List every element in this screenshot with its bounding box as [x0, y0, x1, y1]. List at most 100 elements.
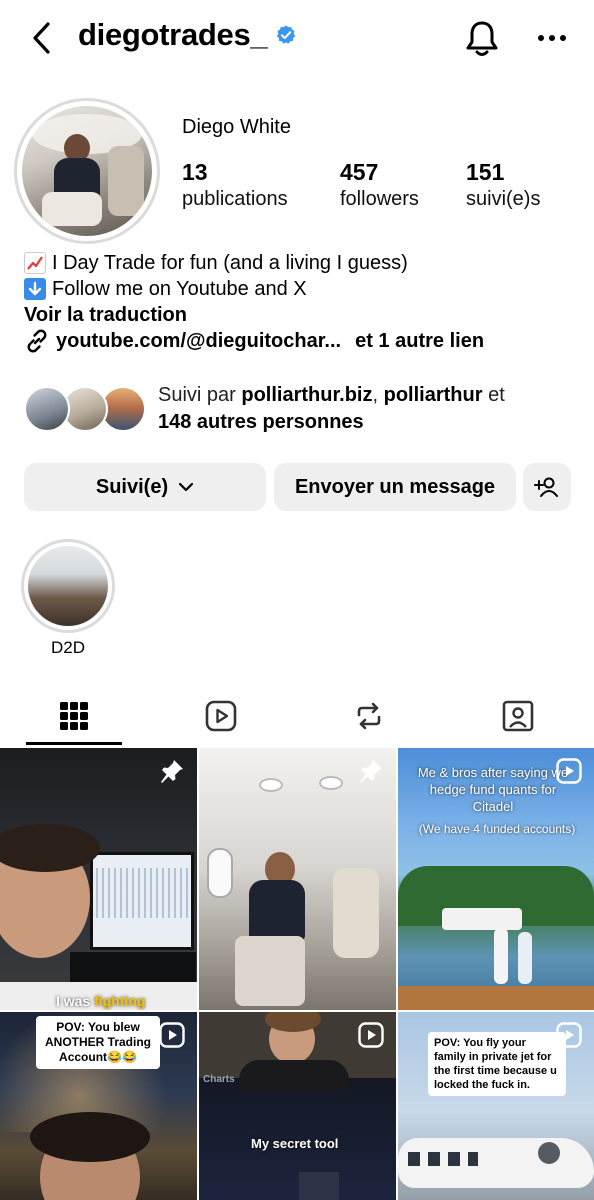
followed-conj: et	[488, 384, 505, 406]
tab-tagged[interactable]	[470, 690, 566, 742]
bell-icon[interactable]	[464, 18, 500, 58]
stat-label: followers	[340, 188, 419, 210]
chevron-down-icon	[179, 482, 194, 492]
followed-by-text: Suivi par polliarthur.biz, polliarthur e…	[158, 382, 505, 436]
post-window	[207, 848, 233, 898]
post-tile[interactable]	[199, 748, 396, 1010]
stat-followers[interactable]: 457 followers	[340, 158, 466, 212]
reel-icon	[358, 1022, 384, 1048]
followed-prefix: Suivi par	[158, 384, 236, 406]
post-caption-text: My secret tool	[251, 1136, 339, 1151]
add-user-icon	[534, 477, 558, 497]
followed-user-2[interactable]: polliarthur	[384, 384, 483, 406]
see-translation-link[interactable]: Voir la traduction	[24, 302, 484, 328]
post-caption: I was fighting	[56, 993, 145, 1009]
down-arrow-icon	[24, 278, 46, 300]
post-overlay-small: Charts	[203, 1074, 235, 1085]
followed-user-1[interactable]: polliarthur.biz	[241, 384, 372, 406]
post-person	[494, 928, 508, 984]
stat-label: publications	[182, 188, 288, 210]
following-button[interactable]: Suivi(e)	[24, 463, 266, 511]
post-chart-lines	[96, 868, 188, 918]
followed-separator: ,	[372, 384, 379, 406]
post-tile[interactable]: Charts My secret tool	[199, 1012, 396, 1200]
post-light	[259, 778, 283, 792]
post-light	[319, 776, 343, 790]
bio-link-more: et 1 autre lien	[355, 330, 485, 352]
post-jet-engine	[538, 1142, 560, 1164]
profile-avatar-ring[interactable]	[14, 98, 160, 244]
username-row: diegotrades_	[78, 17, 297, 53]
post-tile[interactable]: POV: You blew ANOTHER Trading Account😂😂	[0, 1012, 197, 1200]
followed-by[interactable]: Suivi par polliarthur.biz, polliarthur e…	[24, 382, 505, 436]
highlight-label: D2D	[50, 638, 85, 657]
back-chevron-icon[interactable]	[26, 20, 56, 56]
post-body	[239, 1060, 349, 1090]
post-tile[interactable]: Me & bros after saying we hedge fund qua…	[398, 748, 594, 1010]
stat-value: 13	[182, 159, 208, 185]
bio-text-1: I Day Trade for fun (and a living I gues…	[52, 252, 408, 274]
post-hair	[0, 824, 100, 872]
post-body	[249, 880, 305, 940]
mutual-avatars	[24, 384, 148, 434]
stat-following[interactable]: 151 suivi(e)s	[466, 158, 540, 212]
post-boat	[442, 908, 522, 930]
stat-value: 457	[340, 159, 379, 185]
stat-publications[interactable]: 13 publications	[182, 158, 340, 212]
mutual-avatar	[24, 386, 70, 432]
add-user-button[interactable]	[523, 463, 571, 511]
followed-others[interactable]: 148 autres personnes	[158, 411, 364, 433]
tab-posts-grid[interactable]	[26, 690, 122, 742]
post-keyboard	[70, 952, 196, 982]
post-caption-text: I was fighting	[56, 993, 146, 1009]
link-icon	[27, 329, 47, 353]
stat-label: suivi(e)s	[466, 188, 541, 210]
post-jet-windows	[408, 1152, 478, 1166]
message-button[interactable]: Envoyer un message	[274, 463, 516, 511]
story-highlight[interactable]	[21, 539, 115, 633]
tab-reels[interactable]	[173, 690, 269, 742]
reel-icon	[159, 1022, 185, 1048]
chart-increasing-icon	[24, 252, 46, 274]
bio-link-url: youtube.com/@dieguitochar...	[56, 330, 342, 352]
pin-icon	[360, 760, 382, 783]
profile-header: diegotrades_	[0, 0, 594, 78]
active-tab-indicator	[26, 742, 122, 745]
profile-avatar	[22, 106, 152, 236]
post-tile[interactable]: POV: You fly your family in private jet …	[398, 1012, 594, 1200]
profile-bio: I Day Trade for fun (and a living I gues…	[24, 250, 484, 354]
username: diegotrades_	[78, 17, 268, 52]
profile-tabs	[0, 690, 594, 748]
profile-stats: 13 publications 457 followers 151 suivi(…	[182, 158, 540, 212]
following-label: Suivi(e)	[95, 475, 169, 498]
post-hair	[30, 1112, 150, 1162]
reel-icon	[556, 1022, 582, 1048]
stat-value: 151	[466, 159, 505, 185]
display-name: Diego White	[182, 116, 291, 138]
reels-icon	[205, 700, 237, 732]
tagged-icon	[502, 700, 534, 732]
post-dock	[398, 986, 594, 1010]
reel-icon	[556, 758, 582, 784]
highlight-cover	[28, 546, 108, 626]
more-icon[interactable]	[534, 24, 570, 52]
post-caption-top: Me & bros after saying we hedge fund qua…	[417, 765, 569, 814]
pin-icon	[161, 760, 183, 783]
post-person	[518, 932, 532, 984]
post-caption: POV: You blew ANOTHER Trading Account😂😂	[36, 1016, 160, 1069]
bio-link[interactable]: youtube.com/@dieguitochar... et 1 autre …	[24, 328, 484, 354]
post-caption: POV: You fly your family in private jet …	[428, 1032, 566, 1096]
post-tile[interactable]: I was fighting	[0, 748, 197, 1010]
post-caption: My secret tool	[251, 1136, 338, 1151]
verified-badge-icon	[277, 25, 296, 44]
bio-line-2: Follow me on Youtube and X	[24, 276, 484, 302]
bio-line-1: I Day Trade for fun (and a living I gues…	[24, 250, 484, 276]
post-chart-block	[299, 1172, 339, 1200]
bio-text-2: Follow me on Youtube and X	[52, 278, 307, 300]
tab-reposts[interactable]	[321, 690, 417, 742]
post-seat	[333, 868, 379, 958]
post-legs	[235, 936, 305, 1006]
post-caption-highlight: fighting	[94, 993, 146, 1009]
post-caption-sub: (We have 4 funded accounts)	[418, 822, 576, 836]
grid-icon	[60, 702, 88, 730]
